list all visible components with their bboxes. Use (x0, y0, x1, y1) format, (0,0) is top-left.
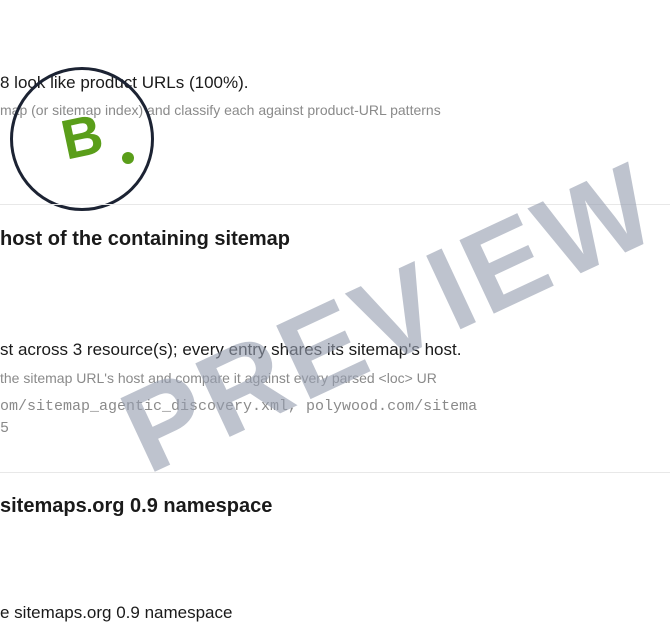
grade-badge: B (10, 67, 154, 211)
resource-list: om/sitemap_agentic_discovery.xml, polywo… (0, 398, 478, 415)
section-divider (0, 204, 670, 205)
resource-count: 5 (0, 420, 10, 437)
check-description: the sitemap URL's host and compare it ag… (0, 370, 437, 386)
grade-letter: B (55, 101, 109, 172)
check-result-text: st across 3 resource(s); every entry sha… (0, 340, 462, 359)
section-divider (0, 472, 670, 473)
check-result-text: e sitemaps.org 0.9 namespace (0, 603, 233, 622)
check-heading: host of the containing sitemap (0, 228, 291, 250)
badge-dot-icon (122, 152, 134, 164)
check-heading: sitemaps.org 0.9 namespace (0, 495, 273, 517)
